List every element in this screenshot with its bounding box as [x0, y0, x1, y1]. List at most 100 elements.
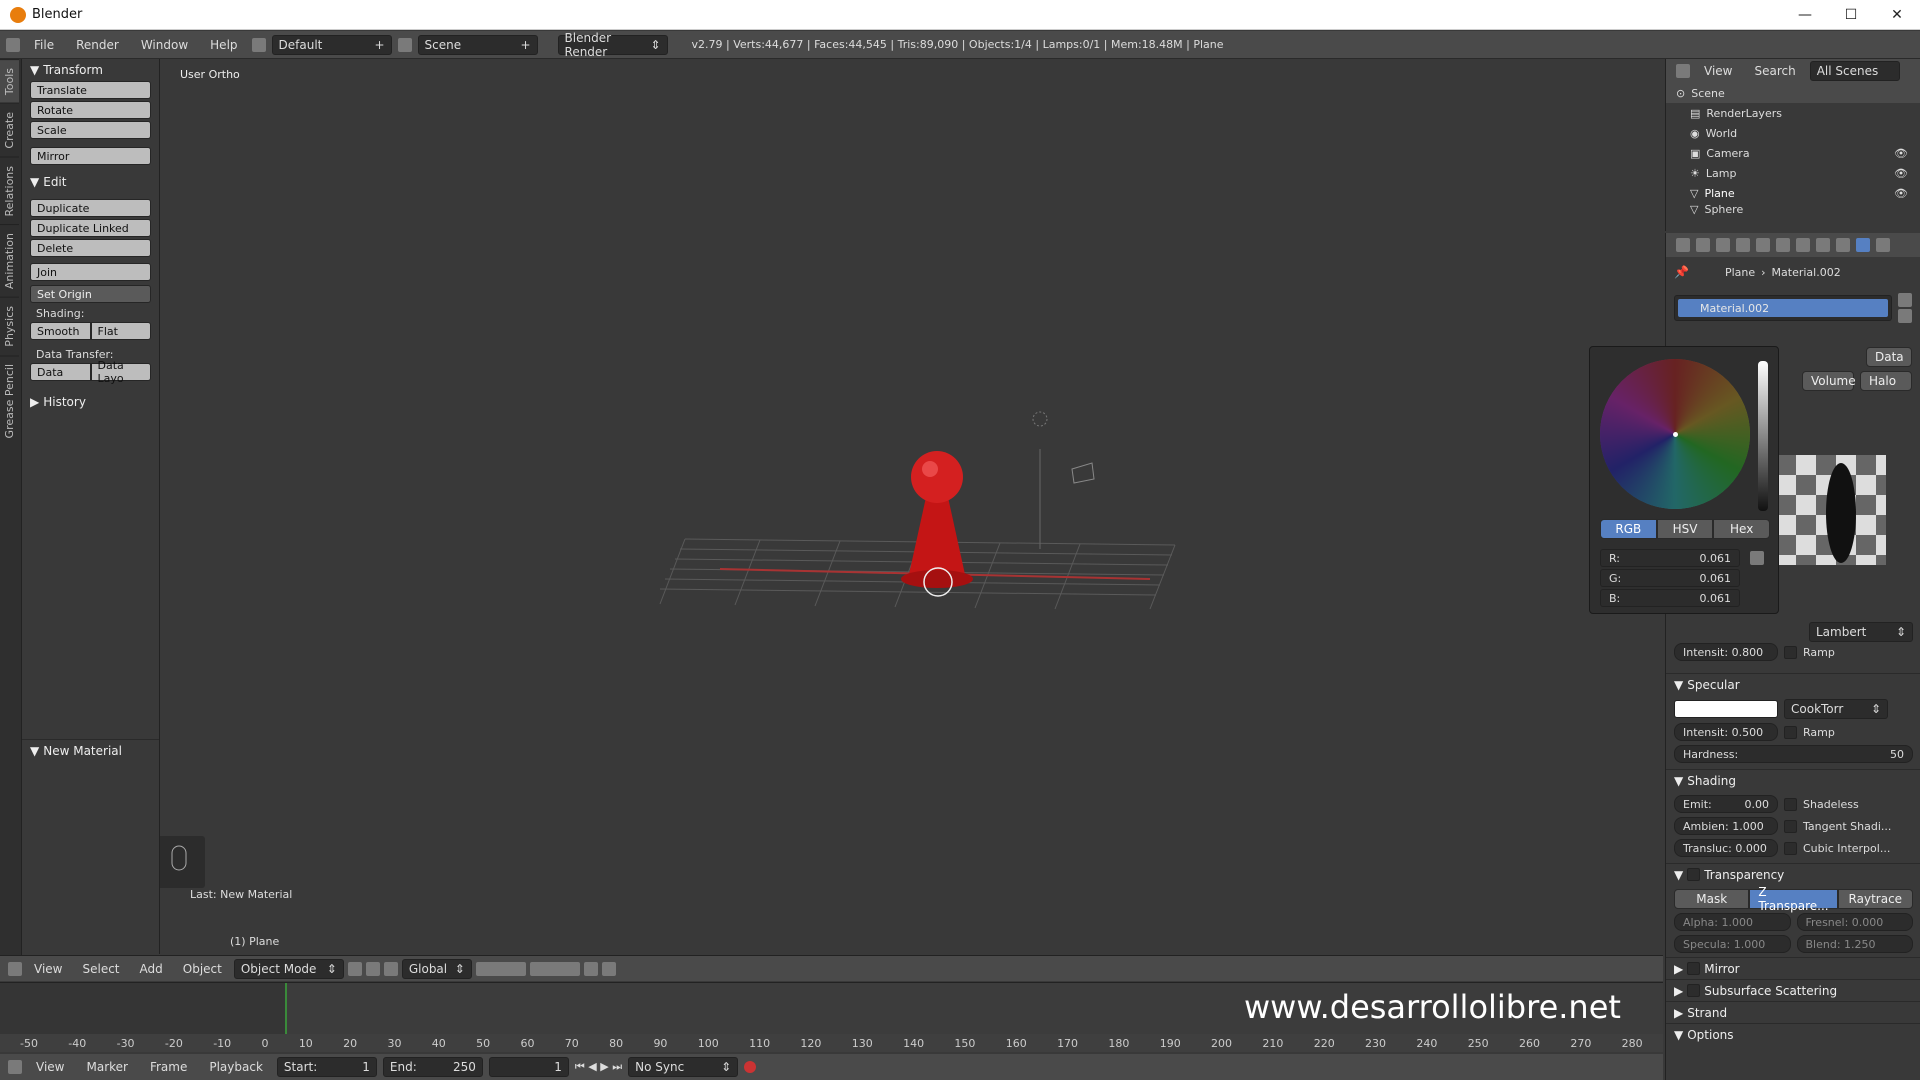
- color-picker-popup[interactable]: RGB HSV Hex R: 0.061 G: 0.061 B: 0.061: [1589, 346, 1779, 614]
- set-origin-select[interactable]: Set Origin: [30, 285, 151, 303]
- hardness-field[interactable]: Hardness: 50: [1674, 745, 1913, 763]
- playback-controls-icon[interactable]: ⏮ ◀ ▶ ⏭: [575, 1060, 622, 1074]
- eyedropper-icon[interactable]: [1750, 551, 1764, 565]
- tab-create[interactable]: Create: [0, 103, 19, 157]
- tab-tools[interactable]: Tools: [0, 59, 19, 104]
- data-tab-icon[interactable]: [1836, 238, 1850, 252]
- mask-button[interactable]: Mask: [1674, 889, 1750, 909]
- menu-select[interactable]: Select: [74, 962, 127, 976]
- blend-field[interactable]: Blend: 1.250: [1796, 935, 1913, 953]
- render-icon[interactable]: [601, 961, 616, 976]
- pin-icon[interactable]: 📌: [1674, 265, 1689, 279]
- transparency-checkbox[interactable]: [1687, 868, 1701, 881]
- sss-checkbox[interactable]: [1687, 984, 1701, 997]
- cubic-checkbox[interactable]: [1784, 841, 1797, 855]
- editor-type-icon[interactable]: [1676, 64, 1690, 78]
- lamp-icon[interactable]: [1032, 411, 1048, 427]
- strand-header[interactable]: ▶ Strand: [1666, 1001, 1920, 1023]
- scene-icon[interactable]: [397, 37, 412, 52]
- tab-physics[interactable]: Physics: [0, 297, 19, 355]
- transluc-field[interactable]: Transluc: 0.000: [1674, 839, 1778, 857]
- editor-type-icon[interactable]: [8, 1060, 22, 1074]
- layers-icon[interactable]: [475, 961, 526, 976]
- editor-type-icon[interactable]: [8, 961, 22, 976]
- menu-playback[interactable]: Playback: [201, 1060, 271, 1074]
- material-tab-icon[interactable]: [1856, 238, 1870, 252]
- duplicate-button[interactable]: Duplicate: [30, 199, 151, 217]
- layers-tab-icon[interactable]: [1716, 238, 1730, 252]
- add-icon[interactable]: +: [374, 38, 384, 52]
- data-link-select[interactable]: Data: [1866, 347, 1912, 367]
- panel-transform[interactable]: ▼ Transform: [22, 59, 159, 81]
- specular-shader-select[interactable]: CookTorr ⇕: [1784, 699, 1888, 719]
- add-icon[interactable]: +: [520, 38, 530, 52]
- ramp-checkbox[interactable]: [1784, 645, 1797, 659]
- constraints-tab-icon[interactable]: [1796, 238, 1810, 252]
- texture-tab-icon[interactable]: [1876, 238, 1890, 252]
- flat-button[interactable]: Flat: [90, 322, 151, 340]
- translate-button[interactable]: Translate: [30, 81, 151, 99]
- tab-hsv[interactable]: HSV: [1656, 519, 1714, 539]
- record-icon[interactable]: [744, 1061, 757, 1073]
- volume-button[interactable]: Volume: [1802, 371, 1856, 391]
- layout-icon[interactable]: [251, 37, 266, 52]
- outliner-item-world[interactable]: ◉ World: [1666, 123, 1920, 143]
- mirror-header[interactable]: ▶ Mirror: [1666, 957, 1920, 979]
- join-button[interactable]: Join: [30, 263, 151, 281]
- material-slot-item[interactable]: Material.002: [1678, 299, 1888, 317]
- mode-select[interactable]: Object Mode ⇕: [233, 958, 344, 979]
- scale-button[interactable]: Scale: [30, 121, 151, 139]
- tab-grease-pencil[interactable]: Grease Pencil: [0, 354, 19, 447]
- specular-color-swatch[interactable]: [1674, 700, 1778, 718]
- editor-type-icon[interactable]: [6, 37, 20, 52]
- maximize-icon[interactable]: ☐: [1828, 0, 1874, 30]
- menu-help[interactable]: Help: [202, 38, 245, 52]
- menu-object[interactable]: Object: [175, 962, 230, 976]
- world-tab-icon[interactable]: [1756, 238, 1770, 252]
- manipulator-icon[interactable]: [383, 961, 398, 976]
- data-button[interactable]: Data: [30, 363, 91, 381]
- minimize-icon[interactable]: —: [1782, 0, 1828, 30]
- camera-icon[interactable]: [1071, 462, 1095, 484]
- mirror-checkbox[interactable]: [1687, 962, 1701, 975]
- panel-edit[interactable]: ▼ Edit: [22, 171, 159, 193]
- specular-intensity-field[interactable]: Intensit: 0.500: [1674, 723, 1778, 741]
- alpha-field[interactable]: Alpha: 1.000: [1674, 913, 1791, 931]
- options-header[interactable]: ▼ Options: [1666, 1023, 1920, 1045]
- outliner-item-plane[interactable]: ▽ Plane 👁: [1666, 183, 1920, 203]
- data-layout-button[interactable]: Data Layo: [90, 359, 151, 385]
- tangent-checkbox[interactable]: [1784, 819, 1797, 833]
- eye-icon[interactable]: 👁: [1894, 167, 1908, 180]
- menu-view[interactable]: View: [26, 962, 70, 976]
- shadeless-checkbox[interactable]: [1784, 797, 1797, 811]
- menu-frame[interactable]: Frame: [142, 1060, 195, 1074]
- diffuse-shader-select[interactable]: Lambert ⇕: [1809, 622, 1913, 642]
- end-frame-field[interactable]: End: 250: [382, 1057, 483, 1077]
- eye-icon[interactable]: 👁: [1894, 147, 1908, 160]
- sync-select[interactable]: No Sync ⇕: [628, 1057, 739, 1077]
- ambient-field[interactable]: Ambien: 1.000: [1674, 817, 1778, 835]
- tab-hex[interactable]: Hex: [1713, 519, 1771, 539]
- menu-render[interactable]: Render: [68, 38, 127, 52]
- menu-add[interactable]: Add: [132, 962, 171, 976]
- current-frame-field[interactable]: 1: [488, 1057, 569, 1077]
- sphere-object[interactable]: [911, 451, 963, 503]
- halo-button[interactable]: Halo: [1860, 371, 1912, 391]
- menu-file[interactable]: File: [26, 38, 62, 52]
- tab-rgb[interactable]: RGB: [1600, 519, 1657, 539]
- panel-new-material[interactable]: ▼ New Material: [22, 739, 159, 761]
- eye-icon[interactable]: 👁: [1894, 187, 1908, 200]
- tab-animation[interactable]: Animation: [0, 224, 19, 298]
- panel-history[interactable]: ▶ History: [22, 391, 159, 413]
- shading-header[interactable]: ▼ Shading: [1666, 769, 1920, 791]
- display-mode-select[interactable]: All Scenes: [1809, 61, 1900, 81]
- b-field[interactable]: B: 0.061: [1600, 589, 1740, 607]
- layout-select[interactable]: Default +: [271, 34, 392, 55]
- diffuse-intensity-field[interactable]: Intensit: 0.800: [1674, 643, 1778, 661]
- remove-slot-icon[interactable]: [1898, 309, 1912, 323]
- start-frame-field[interactable]: Start: 1: [276, 1057, 377, 1077]
- menu-search[interactable]: Search: [1746, 64, 1803, 78]
- outliner-item-renderlayers[interactable]: ▤ RenderLayers: [1666, 103, 1920, 123]
- color-wheel-cursor[interactable]: [1673, 432, 1678, 437]
- outliner-item-scene[interactable]: ⊙ Scene: [1666, 83, 1920, 103]
